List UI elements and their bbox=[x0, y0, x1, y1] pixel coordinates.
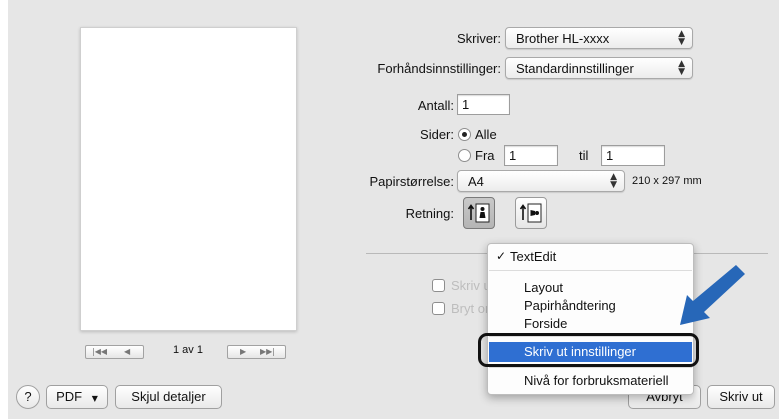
help-button[interactable]: ? bbox=[16, 385, 40, 409]
pages-to-input[interactable] bbox=[602, 146, 664, 165]
highlight-callout bbox=[478, 333, 699, 367]
pages-from-radio[interactable] bbox=[458, 149, 471, 162]
last-page-icon: ▶▶| bbox=[260, 347, 275, 356]
print-dialog: |◀◀ ◀ 1 av 1 ▶ ▶▶| Skriver: Brother HL-x… bbox=[8, 0, 779, 419]
print-label: Skriv ut bbox=[719, 389, 763, 404]
hide-details-button[interactable]: Skjul detaljer bbox=[115, 385, 222, 409]
pdf-button[interactable]: PDF ▼ bbox=[46, 385, 108, 409]
pages-all-label: Alle bbox=[475, 127, 497, 142]
printer-select[interactable]: Brother HL-xxxx ▲ ▼ bbox=[505, 27, 693, 49]
preview-nav-back[interactable]: |◀◀ ◀ bbox=[85, 345, 144, 359]
pages-from-label: Fra bbox=[475, 148, 495, 163]
pages-to-field[interactable] bbox=[601, 145, 665, 166]
portrait-button[interactable] bbox=[463, 197, 495, 229]
paper-label: Papirstørrelse: bbox=[369, 174, 454, 189]
page-indicator: 1 av 1 bbox=[173, 344, 203, 356]
menu-separator bbox=[489, 270, 692, 271]
page-preview bbox=[80, 27, 297, 331]
copies-label: Antall: bbox=[417, 98, 454, 113]
presets-label: Forhåndsinnstillinger: bbox=[377, 61, 501, 76]
chevron-down-icon: ▼ bbox=[91, 394, 98, 403]
copies-field[interactable] bbox=[457, 94, 510, 115]
menu-item-cover-page[interactable]: Forside bbox=[524, 316, 567, 331]
presets-select[interactable]: Standardinnstillinger ▲ ▼ bbox=[505, 57, 693, 79]
preview-nav-forward[interactable]: ▶ ▶▶| bbox=[227, 345, 286, 359]
stepper-icon: ▲ ▼ bbox=[678, 29, 685, 47]
help-icon: ? bbox=[24, 389, 32, 404]
header-footer-checkbox[interactable] bbox=[432, 279, 445, 292]
printer-label: Skriver: bbox=[456, 31, 501, 46]
orientation-label: Retning: bbox=[405, 206, 454, 221]
hide-details-label: Skjul detaljer bbox=[131, 389, 206, 404]
pointer-arrow-icon bbox=[680, 265, 745, 325]
stepper-icon: ▲ ▼ bbox=[678, 59, 685, 77]
menu-separator bbox=[489, 367, 692, 368]
landscape-button[interactable] bbox=[515, 197, 547, 229]
paper-dimensions: 210 x 297 mm bbox=[632, 175, 702, 187]
pages-from-input[interactable] bbox=[505, 146, 557, 165]
pages-from-field[interactable] bbox=[504, 145, 558, 166]
stepper-icon: ▲ ▼ bbox=[610, 172, 617, 190]
rewrap-checkbox[interactable] bbox=[432, 302, 445, 315]
menu-item-layout[interactable]: Layout bbox=[524, 280, 563, 295]
pages-label: Sider: bbox=[420, 127, 454, 142]
menu-item-textedit[interactable]: TextEdit bbox=[510, 249, 556, 264]
portrait-icon bbox=[467, 203, 490, 223]
menu-item-supply-levels[interactable]: Nivå for forbruksmateriell bbox=[524, 373, 669, 388]
pages-to-label: til bbox=[579, 148, 589, 163]
menu-item-textedit-label: TextEdit bbox=[510, 249, 557, 264]
paper-select[interactable]: A4 ▲ ▼ bbox=[457, 170, 625, 192]
next-page-icon: ▶ bbox=[240, 347, 247, 356]
paper-value: A4 bbox=[468, 174, 484, 189]
first-page-icon: |◀◀ bbox=[92, 347, 107, 356]
landscape-icon bbox=[519, 203, 542, 223]
print-button[interactable]: Skriv ut bbox=[707, 385, 775, 409]
pdf-label: PDF bbox=[56, 389, 83, 404]
checkmark-icon: ✓ bbox=[496, 249, 507, 263]
presets-value: Standardinnstillinger bbox=[516, 61, 634, 76]
menu-item-paper-handling[interactable]: Papirhåndtering bbox=[524, 298, 616, 313]
printer-value: Brother HL-xxxx bbox=[516, 31, 610, 46]
copies-input[interactable] bbox=[458, 95, 509, 114]
prev-page-icon: ◀ bbox=[124, 347, 131, 356]
app-options-menu: ✓ TextEdit Layout Papirhåndtering Forsid… bbox=[487, 243, 694, 395]
pages-all-radio[interactable] bbox=[458, 128, 471, 141]
